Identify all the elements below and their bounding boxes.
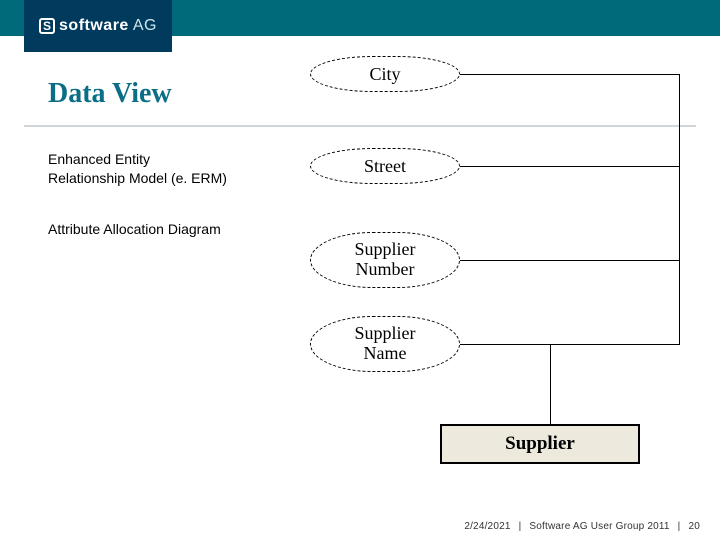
brand-logo: S software AG — [24, 0, 172, 52]
footer-page: 20 — [688, 521, 700, 532]
attribute-label: Street — [364, 156, 406, 177]
diagram-type-label: Attribute Allocation Diagram — [48, 220, 228, 239]
attribute-supplier-number: Supplier Number — [310, 232, 460, 288]
page-title: Data View — [48, 78, 172, 110]
attribute-street: Street — [310, 148, 460, 184]
connector-line — [460, 166, 680, 167]
entity-label: Supplier — [505, 433, 575, 455]
connector-line — [550, 344, 551, 424]
connector-line — [550, 344, 680, 345]
er-diagram: City Street Supplier Number Supplier Nam… — [290, 56, 690, 476]
separator-icon: | — [678, 521, 681, 532]
attribute-label: Supplier — [355, 239, 416, 259]
connector-line — [679, 74, 680, 344]
connector-line — [460, 260, 680, 261]
brand-name-light: AG — [133, 17, 157, 35]
brand-name-bold: software — [59, 17, 129, 35]
slide: S software AG Data View Enhanced Entity … — [0, 0, 720, 540]
attribute-label: Number — [356, 259, 415, 279]
connector-line — [460, 74, 680, 75]
attribute-label: City — [369, 64, 400, 85]
footer: 2/24/2021 | Software AG User Group 2011 … — [464, 521, 700, 532]
footer-date: 2/24/2021 — [464, 521, 510, 532]
attribute-label: Supplier — [355, 323, 416, 343]
entity-supplier: Supplier — [440, 424, 640, 464]
model-name-label: Enhanced Entity Relationship Model (e. E… — [48, 150, 228, 188]
logo-glyph-icon: S — [39, 18, 55, 34]
attribute-city: City — [310, 56, 460, 92]
attribute-label: Name — [364, 343, 407, 363]
separator-icon: | — [519, 521, 522, 532]
attribute-supplier-name: Supplier Name — [310, 316, 460, 372]
footer-event: Software AG User Group 2011 — [529, 521, 669, 532]
